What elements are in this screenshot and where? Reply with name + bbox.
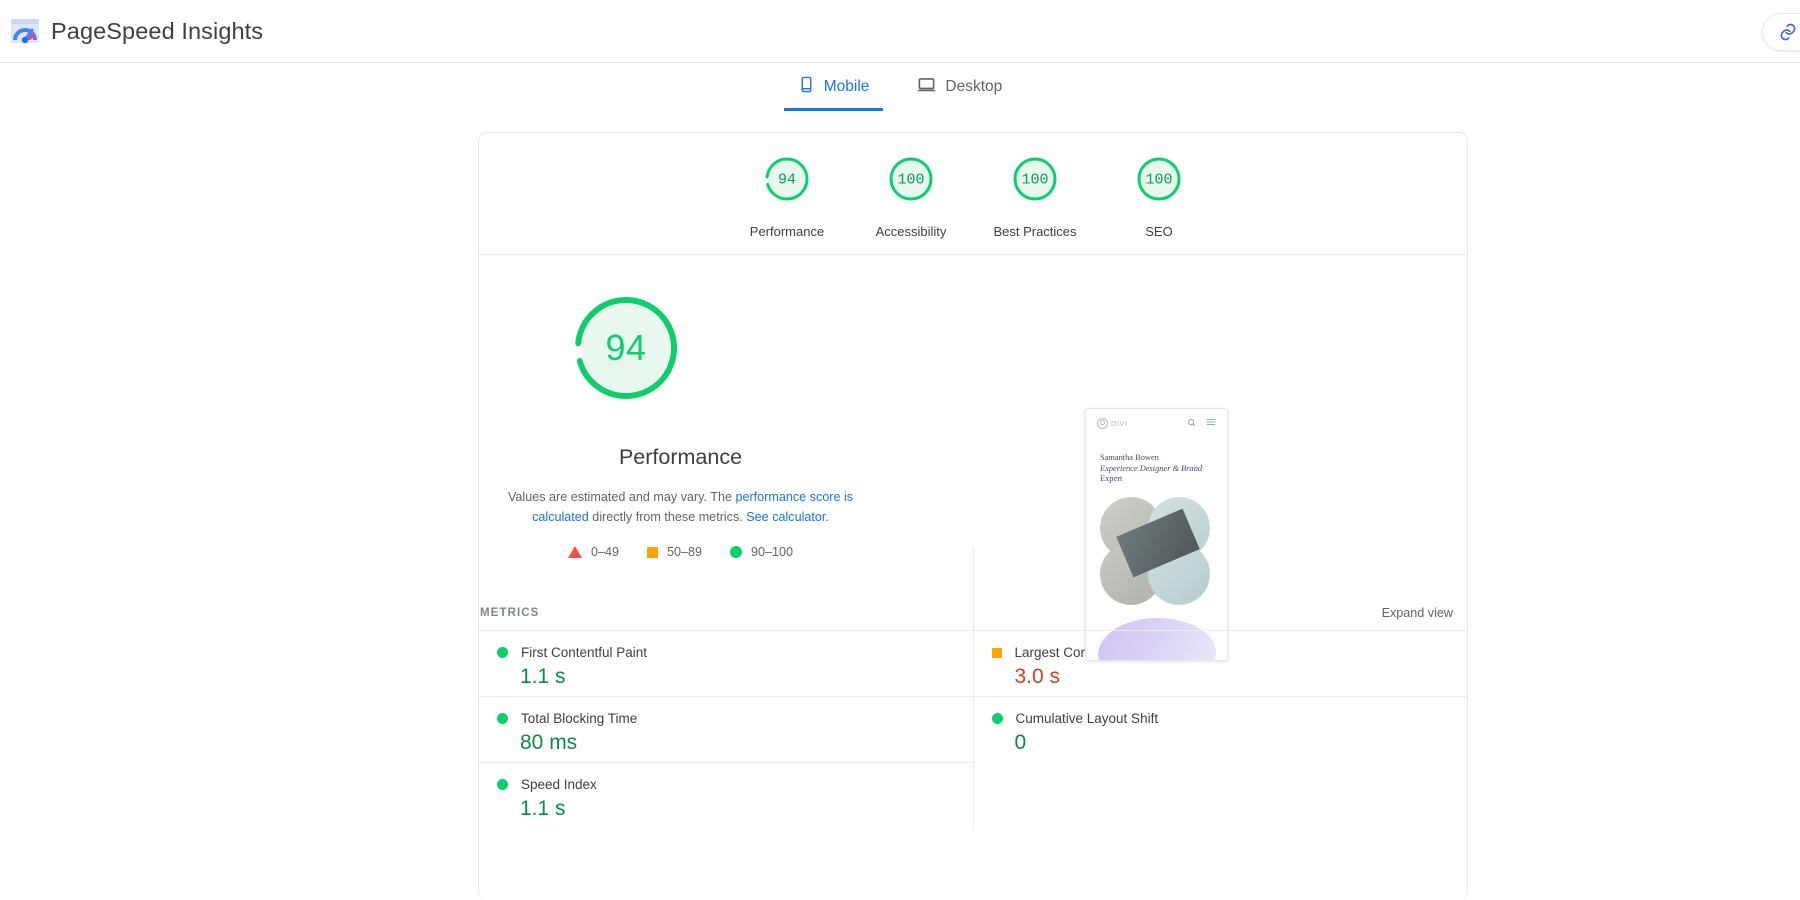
legend-label: 0–49 — [590, 545, 619, 559]
category-label: SEO — [1145, 224, 1173, 239]
link-icon[interactable] — [1777, 21, 1799, 43]
desc-text-mid: directly from these metrics. — [588, 510, 747, 524]
desc-text-pre: Values are estimated and may vary. The — [507, 490, 736, 504]
performance-description: Values are estimated and may vary. The p… — [479, 487, 882, 527]
headline-line-1: Samantha Bowen — [1100, 453, 1159, 462]
circle-icon — [497, 779, 508, 790]
circle-icon — [730, 546, 743, 558]
triangle-icon — [567, 546, 582, 558]
metric-value: 1.1 s — [520, 665, 566, 688]
svg-text:100: 100 — [897, 172, 924, 189]
score-gauge-icon: 100 — [1011, 155, 1059, 203]
score-legend: 0–49 50–89 90–100 — [479, 545, 882, 559]
metric-label: Speed Index — [521, 777, 597, 792]
mobile-phone-icon — [798, 76, 815, 98]
metric-value: 0 — [1014, 731, 1027, 754]
category-score-performance[interactable]: 94 Performance — [725, 155, 849, 254]
metrics-column-left: First Contentful Paint 1.1 s Total Block… — [479, 631, 973, 829]
form-factor-tabs: Mobile Desktop — [0, 63, 1800, 111]
app-header: PageSpeed Insights — [0, 0, 1800, 63]
performance-title: Performance — [618, 445, 743, 469]
logo-text: DIVI — [1111, 418, 1128, 428]
category-score-row: 94 Performance 100 Accessibility 100 Bes… — [479, 133, 1467, 255]
circle-icon — [497, 713, 508, 724]
svg-text:100: 100 — [1145, 172, 1172, 189]
hamburger-menu-icon — [1206, 414, 1216, 432]
tab-mobile-label: Mobile — [823, 78, 870, 95]
score-gauge-icon: 100 — [887, 155, 935, 203]
category-score-seo[interactable]: 100 SEO — [1097, 155, 1221, 254]
laptop-icon — [917, 75, 936, 99]
metric-first-contentful-paint[interactable]: First Contentful Paint 1.1 s — [479, 631, 972, 697]
tab-mobile[interactable]: Mobile — [784, 63, 884, 111]
metric-value: 3.0 s — [1014, 665, 1061, 688]
category-label: Best Practices — [993, 224, 1077, 239]
legend-item-average: 50–89 — [646, 545, 703, 559]
metrics-header: METRICS Expand view — [479, 595, 1467, 631]
tab-desktop[interactable]: Desktop — [903, 63, 1016, 111]
headline-line-3: Expert — [1100, 474, 1123, 483]
expand-view-link[interactable]: Expand view — [1382, 606, 1453, 620]
thumbnail-headline: Samantha Bowen Experience Designer & Bra… — [1086, 437, 1227, 485]
legend-label: 90–100 — [751, 545, 794, 559]
metric-speed-index[interactable]: Speed Index 1.1 s — [479, 763, 972, 829]
score-gauge-icon: 100 — [1135, 155, 1183, 203]
tab-desktop-label: Desktop — [945, 78, 1003, 95]
pagespeed-logo-icon — [10, 16, 40, 46]
metrics-grid: First Contentful Paint 1.1 s Total Block… — [479, 631, 1467, 829]
app-title: PageSpeed Insights — [51, 17, 264, 44]
see-calculator-link[interactable]: See calculator — [746, 510, 825, 524]
performance-summary: 94 Performance Values are estimated and … — [479, 255, 1467, 661]
thumbnail-site-header: D DIVI — [1086, 409, 1227, 437]
desc-text-post: . — [825, 510, 829, 524]
header-actions — [1762, 13, 1800, 51]
report-card: 94 Performance 100 Accessibility 100 Bes… — [478, 132, 1468, 900]
category-label: Performance — [749, 224, 825, 239]
metrics-spacer — [974, 763, 1468, 829]
logo-mark: D — [1097, 417, 1108, 429]
metric-value: 1.1 s — [520, 797, 566, 820]
circle-icon — [991, 713, 1003, 724]
metric-label: Cumulative Layout Shift — [1015, 711, 1159, 726]
category-score-best-practices[interactable]: 100 Best Practices — [973, 155, 1097, 254]
metric-label: Total Blocking Time — [521, 711, 638, 726]
square-icon — [646, 546, 658, 558]
category-label: Accessibility — [875, 224, 947, 239]
svg-text:100: 100 — [1021, 172, 1048, 189]
legend-item-pass: 90–100 — [730, 545, 793, 559]
search-icon — [1187, 414, 1196, 432]
category-score-accessibility[interactable]: 100 Accessibility — [849, 155, 973, 254]
legend-item-fail: 0–49 — [567, 545, 619, 559]
metric-value: 80 ms — [520, 731, 578, 754]
performance-score-value: 94 — [605, 327, 647, 368]
score-gauge-icon: 94 — [763, 155, 811, 203]
circle-icon — [497, 647, 508, 658]
headline-line-2: Experience Designer & Brand — [1100, 463, 1203, 473]
thumbnail-artwork — [1086, 496, 1227, 609]
svg-text:94: 94 — [778, 172, 796, 189]
legend-label: 50–89 — [666, 545, 703, 559]
square-icon — [991, 647, 1002, 658]
metrics-section-title: METRICS — [480, 606, 540, 619]
metric-cumulative-layout-shift[interactable]: Cumulative Layout Shift 0 — [974, 697, 1468, 763]
brand[interactable]: PageSpeed Insights — [0, 16, 263, 46]
thumbnail-nav-icons — [1187, 414, 1216, 432]
metric-total-blocking-time[interactable]: Total Blocking Time 80 ms — [479, 697, 972, 763]
site-logo: D DIVI — [1097, 417, 1128, 429]
metric-label: First Contentful Paint — [521, 645, 648, 660]
